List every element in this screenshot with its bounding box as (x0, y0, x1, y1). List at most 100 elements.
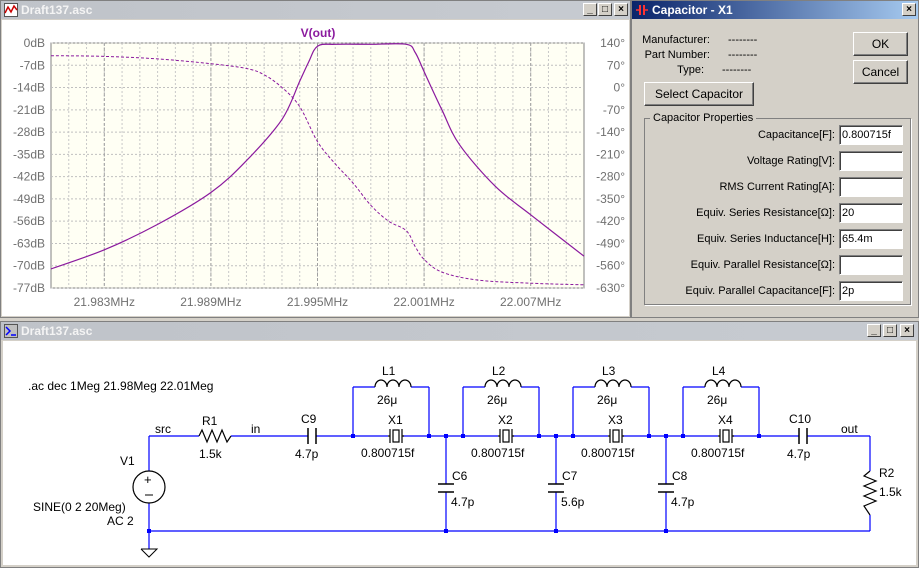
y-tick-right: 70° (607, 58, 625, 72)
manufacturer-label: Manufacturer: (642, 34, 710, 46)
v1-source[interactable]: + (132, 470, 166, 504)
y-tick-right: 140° (600, 36, 625, 50)
bode-plot[interactable]: 0dB -7dB -14dB -21dB -28dB -35dB -42dB -49dB -56… (2, 20, 629, 316)
y-tick-right: -420° (596, 214, 625, 228)
r1-name: R1 (202, 414, 218, 428)
minimize-button[interactable]: _ (583, 3, 597, 16)
schematic-titlebar[interactable]: Draft137.asc (1, 322, 918, 340)
prop-label: Equiv. Parallel Capacitance[F]: (685, 285, 835, 297)
crystal-value: 0.800715f (581, 446, 635, 460)
maximize-button[interactable]: □ (598, 3, 612, 16)
prop-field[interactable]: 20 (839, 203, 903, 223)
r2-resistor[interactable] (862, 470, 878, 516)
plot-window: Draft137.asc _ □ × 0dB -7dB -14dB -21dB -28d… (0, 0, 631, 318)
y-tick-left: -21dB (13, 103, 45, 117)
schematic-minimize-button[interactable]: _ (867, 324, 881, 337)
crystal[interactable] (498, 429, 514, 443)
v1-value1: SINE(0 2 20Meg) (33, 500, 126, 514)
y-tick-left: -63dB (13, 236, 45, 250)
prop-field[interactable]: 65.4m (839, 229, 903, 249)
crystal[interactable] (388, 429, 404, 443)
crystal-value: 0.800715f (691, 446, 745, 460)
ok-button[interactable]: OK (853, 32, 908, 56)
r1-resistor[interactable] (198, 428, 232, 444)
inductor[interactable] (704, 379, 742, 388)
crystal-value: 0.800715f (361, 446, 415, 460)
crystal[interactable] (718, 429, 734, 443)
type-value: -------- (722, 64, 752, 76)
inductor-value: 26μ (597, 393, 617, 407)
prop-field[interactable] (839, 177, 903, 197)
manufacturer-value: -------- (728, 34, 758, 46)
part-number-label: Part Number: (644, 49, 710, 61)
capacitor-icon (636, 5, 648, 15)
plot-titlebar[interactable]: Draft137.asc (1, 1, 630, 19)
shunt-cap-name: C8 (672, 469, 688, 483)
select-capacitor-button[interactable]: Select Capacitor (644, 82, 754, 106)
prop-field[interactable]: 2p (839, 281, 903, 301)
prop-field[interactable] (839, 151, 903, 171)
inductor[interactable] (374, 379, 412, 388)
schematic-maximize-button[interactable]: □ (883, 324, 897, 337)
inductor-name: L3 (602, 364, 616, 378)
y-tick-left: -35dB (13, 147, 45, 161)
crystal[interactable] (608, 429, 624, 443)
inductor-name: L1 (382, 364, 396, 378)
prop-label: Capacitance[F]: (757, 129, 835, 141)
ac-directive[interactable]: .ac dec 1Meg 21.98Meg 22.01Meg (28, 379, 213, 393)
prop-label: RMS Current Rating[A]: (719, 181, 835, 193)
x-tick: 21.989MHz (180, 295, 241, 309)
net-src: src (155, 422, 171, 436)
cancel-button[interactable]: Cancel (853, 60, 908, 84)
inductor-value: 26μ (707, 393, 727, 407)
y-tick-left: -7dB (20, 58, 45, 72)
y-tick-right: -630° (596, 281, 625, 295)
v1-name: V1 (120, 454, 135, 468)
part-number-value: -------- (728, 49, 758, 61)
shunt-cap-name: C6 (452, 469, 468, 483)
c10-capacitor[interactable] (798, 428, 808, 444)
prop-label: Equiv. Series Resistance[Ω]: (696, 207, 835, 219)
r2-name: R2 (879, 466, 895, 480)
prop-label: Equiv. Parallel Resistance[Ω]: (690, 259, 835, 271)
shunt-capacitor[interactable] (438, 483, 454, 493)
dialog-title: Capacitor - X1 (652, 3, 733, 17)
shunt-capacitor[interactable] (658, 483, 674, 493)
inductor[interactable] (484, 379, 522, 388)
shunt-cap-value: 4.7p (451, 495, 475, 509)
r2-value: 1.5k (879, 485, 903, 499)
v1-value2: AC 2 (107, 514, 134, 528)
schematic-canvas[interactable]: .ac dec 1Meg 21.98Meg 22.01Meg + V1 SINE… (3, 341, 916, 565)
y-tick-left: -14dB (13, 81, 45, 95)
c9-capacitor[interactable] (307, 428, 317, 444)
y-tick-left: -77dB (13, 281, 45, 295)
schematic-close-button[interactable]: × (900, 324, 914, 337)
dialog-titlebar[interactable]: Capacitor - X1 (632, 1, 918, 19)
r1-value: 1.5k (199, 447, 223, 461)
prop-field[interactable] (839, 255, 903, 275)
inductor-name: L4 (712, 364, 726, 378)
crystal-name: X2 (498, 413, 513, 427)
prop-field[interactable]: 0.800715f (839, 125, 903, 145)
x-tick: 22.001MHz (393, 295, 454, 309)
schematic-window-title: Draft137.asc (21, 324, 93, 338)
inductor[interactable] (594, 379, 632, 388)
prop-label: Voltage Rating[V]: (746, 155, 835, 167)
plot-window-title: Draft137.asc (21, 3, 93, 17)
type-label: Type: (677, 64, 704, 76)
svg-text:+: + (144, 472, 152, 487)
net-in: in (251, 422, 260, 436)
shunt-capacitor[interactable] (548, 483, 564, 493)
schematic-icon (4, 324, 18, 338)
x-tick: 21.983MHz (74, 295, 135, 309)
trace-label[interactable]: V(out) (301, 26, 336, 40)
inductor-value: 26μ (487, 393, 507, 407)
schematic-window: Draft137.asc _ □ × .ac dec 1Meg 21.98Meg… (0, 321, 919, 568)
dialog-close-button[interactable]: × (902, 3, 916, 16)
shunt-cap-value: 5.6p (561, 495, 585, 509)
ground-symbol (140, 548, 159, 558)
y-tick-left: -70dB (13, 259, 45, 273)
prop-label: Equiv. Series Inductance[H]: (697, 233, 835, 245)
capacitor-dialog: Capacitor - X1 × Manufacturer: -------- … (631, 0, 919, 318)
close-button[interactable]: × (614, 3, 628, 16)
